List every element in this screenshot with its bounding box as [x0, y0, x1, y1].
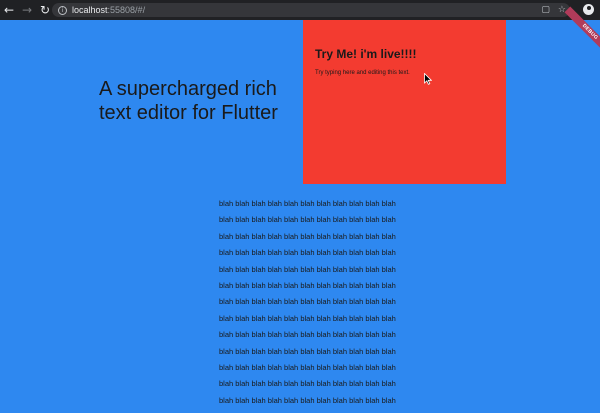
filler-line: blah blah blah blah blah blah blah blah …: [219, 379, 396, 389]
url-path: :55808/#/: [107, 5, 146, 15]
back-icon[interactable]: ←: [0, 0, 18, 20]
filler-line: blah blah blah blah blah blah blah blah …: [219, 297, 396, 307]
address-bar[interactable]: i localhost:55808/#/ ▢ ☆: [52, 3, 570, 17]
rich-text-editor[interactable]: Try Me! i'm live!!!! Try typing here and…: [303, 20, 506, 184]
editor-body-text[interactable]: Try typing here and editing this text.: [315, 70, 410, 76]
info-icon[interactable]: i: [58, 5, 67, 15]
filler-line: blah blah blah blah blah blah blah blah …: [219, 215, 396, 225]
mouse-cursor-icon: [424, 73, 432, 85]
extension-icon[interactable]: ▢: [541, 5, 550, 15]
filler-line: blah blah blah blah blah blah blah blah …: [219, 362, 396, 372]
profile-icon[interactable]: [583, 4, 594, 15]
filler-text-list: blah blah blah blah blah blah blah blah …: [219, 198, 419, 411]
filler-line: blah blah blah blah blah blah blah blah …: [219, 231, 396, 241]
browser-toolbar: ← → ↻ i localhost:55808/#/ ▢ ☆: [0, 0, 600, 20]
filler-line: blah blah blah blah blah blah blah blah …: [219, 395, 396, 405]
filler-line: blah blah blah blah blah blah blah blah …: [219, 313, 396, 323]
filler-line: blah blah blah blah blah blah blah blah …: [219, 264, 396, 274]
url-host: localhost: [72, 5, 108, 15]
filler-line: blah blah blah blah blah blah blah blah …: [219, 346, 396, 356]
editor-heading[interactable]: Try Me! i'm live!!!!: [315, 47, 417, 61]
hero-text: A supercharged rich text editor for Flut…: [99, 78, 278, 124]
filler-line: blah blah blah blah blah blah blah blah …: [219, 280, 396, 290]
forward-icon[interactable]: →: [18, 0, 36, 20]
filler-line: blah blah blah blah blah blah blah blah …: [219, 199, 396, 208]
address-bar-actions: ▢ ☆: [541, 3, 566, 17]
filler-line: blah blah blah blah blah blah blah blah …: [219, 248, 396, 258]
filler-line: blah blah blah blah blah blah blah blah …: [219, 330, 396, 340]
browser-window: ← → ↻ i localhost:55808/#/ ▢ ☆ DEBUG A s…: [0, 0, 600, 413]
